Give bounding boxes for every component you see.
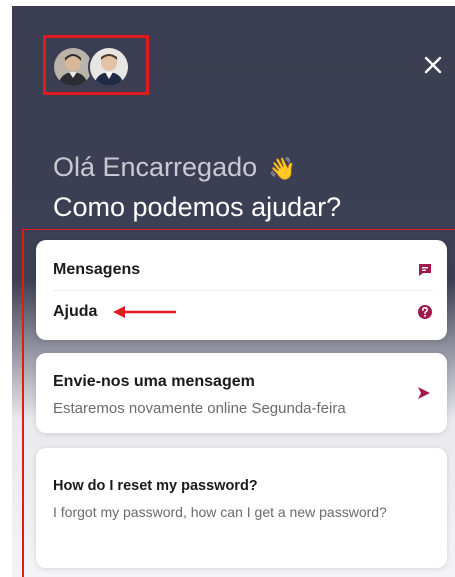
- send-icon: [418, 387, 430, 399]
- nav-item-label: Ajuda: [53, 303, 98, 320]
- article-title: How do I reset my password?: [53, 478, 258, 494]
- nav-card: Mensagens Ajuda: [36, 240, 447, 340]
- annotation-frame: [22, 229, 455, 230]
- wave-emoji: 👋: [268, 156, 297, 181]
- headline: Como podemos ajudar?: [53, 192, 342, 222]
- chat-icon: [419, 264, 431, 276]
- page-margin: [0, 0, 455, 6]
- greeting: Olá Encarregado 👋: [53, 150, 296, 186]
- divider: [53, 290, 433, 291]
- annotation-arrow-icon: [113, 306, 176, 318]
- annotation-frame: [22, 229, 24, 577]
- team-avatars: [43, 35, 149, 95]
- article-excerpt: I forgot my password, how can I get a ne…: [53, 504, 387, 520]
- messenger-panel: Olá Encarregado 👋 Como podemos ajudar? M…: [0, 0, 455, 577]
- availability-text: Estaremos novamente online Segunda-feira: [53, 400, 346, 417]
- help-article-card[interactable]: How do I reset my password? I forgot my …: [36, 448, 447, 568]
- greeting-text: Olá Encarregado: [53, 152, 258, 182]
- send-message-title: Envie-nos uma mensagem: [53, 373, 255, 390]
- close-button[interactable]: [420, 52, 446, 78]
- nav-item-help[interactable]: Ajuda: [36, 292, 447, 332]
- page-margin: [0, 0, 12, 577]
- help-icon: [418, 305, 432, 319]
- avatar: [88, 46, 130, 88]
- nav-item-label: Mensagens: [53, 261, 141, 278]
- send-message-card[interactable]: Envie-nos uma mensagem Estaremos novamen…: [36, 353, 447, 433]
- close-icon: [424, 56, 442, 74]
- nav-item-messages[interactable]: Mensagens: [36, 250, 447, 290]
